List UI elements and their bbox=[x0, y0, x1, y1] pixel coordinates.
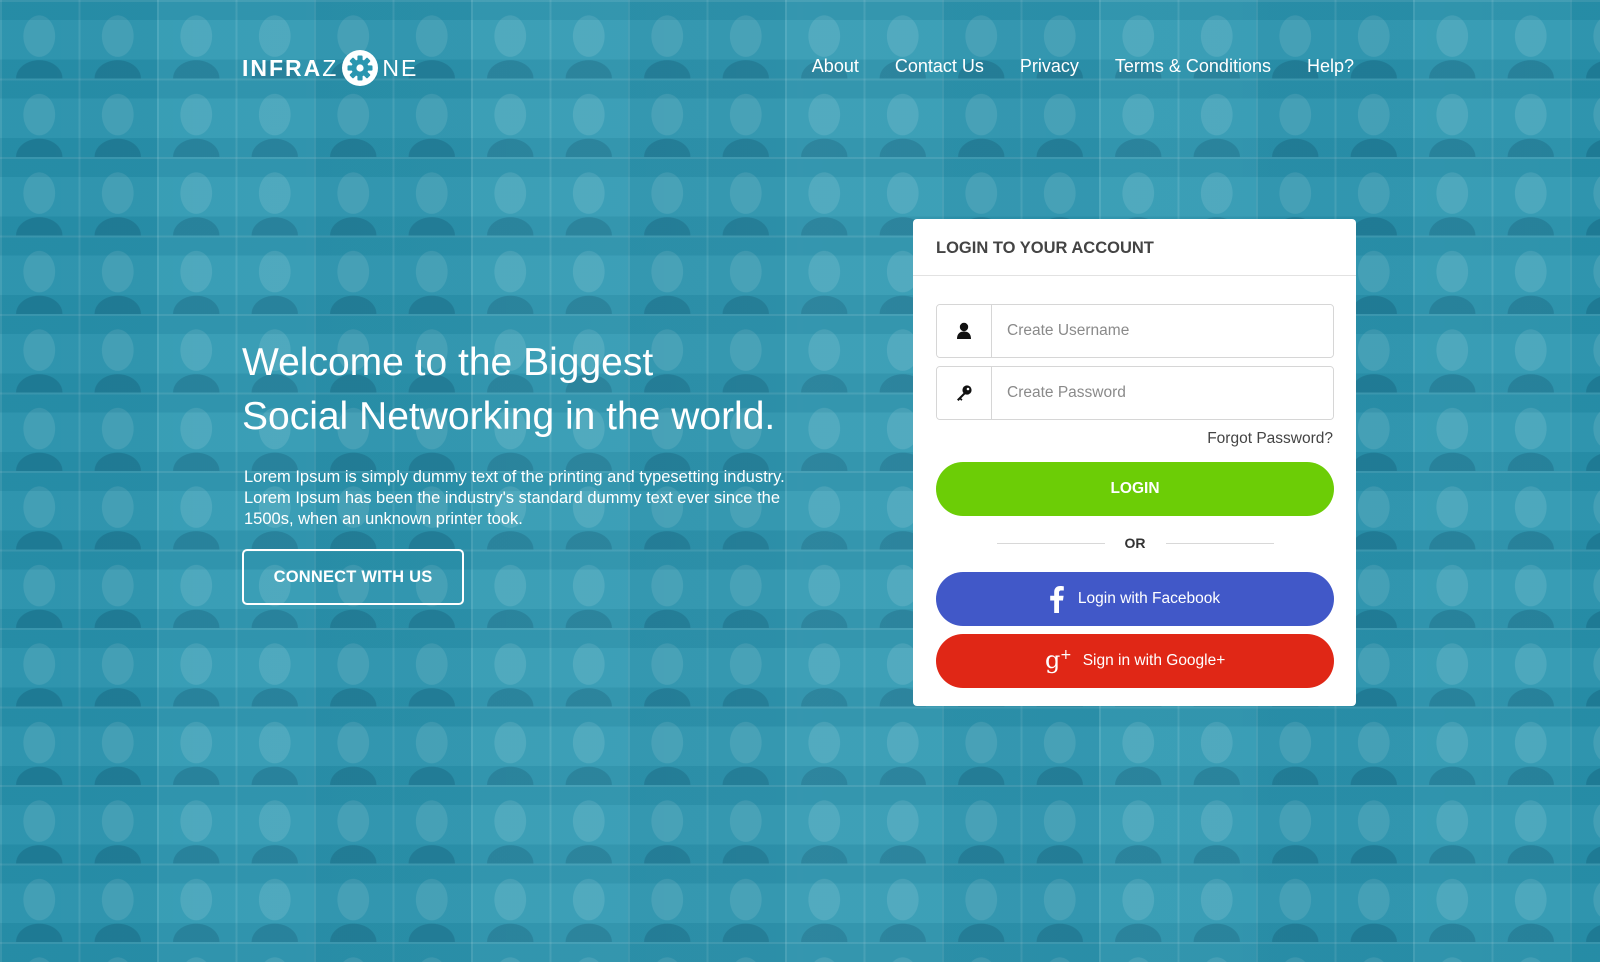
password-input[interactable] bbox=[992, 367, 1333, 419]
or-label: OR bbox=[1124, 535, 1146, 551]
login-card: LOGIN TO YOUR ACCOUNT Forgot Password? L… bbox=[913, 219, 1356, 706]
nav-privacy[interactable]: Privacy bbox=[1020, 56, 1079, 77]
nav-about[interactable]: About bbox=[812, 56, 859, 77]
svg-text:g: g bbox=[1045, 648, 1060, 674]
login-heading: LOGIN TO YOUR ACCOUNT bbox=[913, 219, 1356, 276]
facebook-login-label: Login with Facebook bbox=[1077, 590, 1221, 607]
facebook-icon bbox=[1050, 585, 1064, 613]
hero-title-line-1: Welcome to the Biggest bbox=[242, 341, 654, 384]
divider-line-left bbox=[996, 542, 1105, 544]
username-field bbox=[936, 304, 1334, 358]
facebook-login-button[interactable]: Login with Facebook bbox=[936, 572, 1334, 626]
key-icon bbox=[937, 367, 992, 419]
connect-with-us-button[interactable]: CONNECT WITH US bbox=[242, 549, 464, 605]
hero-title-line-2: Social Networking in the world. bbox=[242, 395, 776, 438]
username-input[interactable] bbox=[992, 305, 1333, 357]
or-divider: OR bbox=[936, 533, 1334, 553]
svg-text:+: + bbox=[1060, 648, 1072, 663]
google-signin-button[interactable]: g + Sign in with Google+ bbox=[936, 634, 1334, 688]
user-icon bbox=[937, 305, 992, 357]
logo-text-prefix: INFRA bbox=[242, 54, 323, 81]
google-signin-label: Sign in with Google+ bbox=[1082, 652, 1226, 669]
top-nav: About Contact Us Privacy Terms & Conditi… bbox=[812, 56, 1354, 77]
google-plus-icon: g + bbox=[1045, 648, 1075, 674]
nav-terms-conditions[interactable]: Terms & Conditions bbox=[1115, 56, 1271, 77]
nav-contact-us[interactable]: Contact Us bbox=[895, 56, 984, 77]
login-button[interactable]: LOGIN bbox=[936, 462, 1334, 516]
nav-help[interactable]: Help? bbox=[1307, 56, 1354, 77]
divider-line-right bbox=[1165, 542, 1274, 544]
hero-title: Welcome to the Biggest Social Networking… bbox=[242, 336, 842, 444]
logo-text-z: Z bbox=[322, 54, 339, 81]
password-field bbox=[936, 366, 1334, 420]
forgot-password-link[interactable]: Forgot Password? bbox=[1207, 430, 1333, 448]
logo-text-suffix: NE bbox=[382, 54, 419, 81]
gear-icon bbox=[340, 48, 380, 88]
hero-description: Lorem Ipsum is simply dummy text of the … bbox=[244, 468, 785, 528]
brand-logo[interactable]: INFRA Z NE bbox=[242, 48, 418, 88]
